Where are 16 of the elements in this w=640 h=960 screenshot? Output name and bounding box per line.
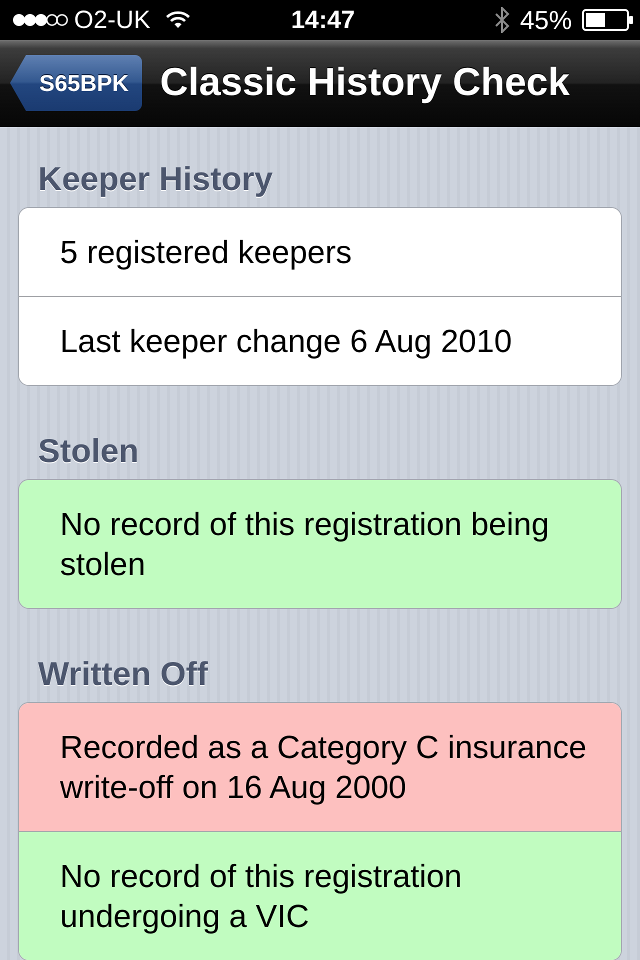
wifi-icon: [166, 11, 190, 29]
screen-title: Classic History Check: [160, 61, 570, 105]
carrier-name: O2-UK: [74, 6, 150, 34]
result-cell: Last keeper change 6 Aug 2010: [19, 296, 621, 385]
signal-strength-icon: [12, 13, 68, 27]
bluetooth-icon: [494, 7, 510, 33]
section-header: Keeper History: [37, 159, 274, 199]
result-cell: No record of this registration undergoing a VIC: [19, 831, 621, 960]
clock-time: 14:47: [291, 6, 355, 34]
result-cell: No record of this registration being stolen: [19, 480, 621, 608]
battery-icon: [582, 9, 634, 31]
section-header: Stolen: [37, 431, 140, 471]
section-header: Written Off: [37, 654, 209, 694]
battery-percentage: 45%: [520, 4, 572, 36]
result-cell: Recorded as a Category C insurance write-off on 16 Aug 2000: [19, 703, 621, 831]
back-button[interactable]: S65BPK: [10, 55, 142, 111]
